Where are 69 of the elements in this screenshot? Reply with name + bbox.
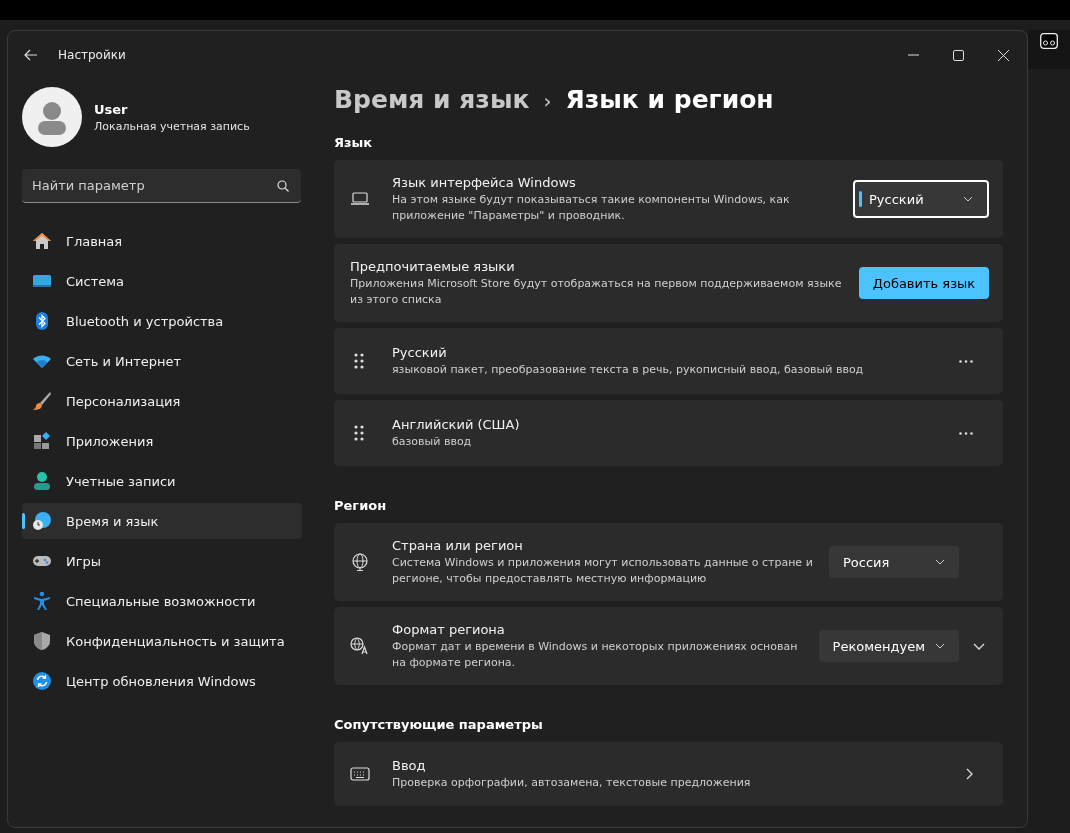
brush-icon [32, 391, 52, 411]
nav-item[interactable]: Персонализация [22, 383, 302, 419]
search-icon [277, 180, 289, 192]
nav-item[interactable]: Сеть и Интернет [22, 343, 302, 379]
expand-chevron-icon[interactable] [973, 642, 985, 650]
app-icon[interactable] [1040, 33, 1058, 49]
dropdown[interactable]: Русский [853, 180, 989, 218]
nav-item[interactable]: Центр обновления Windows [22, 663, 302, 699]
nav-item[interactable]: Главная [22, 223, 302, 259]
apps-icon [32, 431, 52, 451]
user-name: User [94, 101, 129, 117]
setting-title: Русский [392, 344, 448, 360]
page-title: Язык и регион [565, 85, 774, 114]
add-language-button[interactable]: Добавить язык [859, 267, 989, 299]
dropdown[interactable]: Рекомендуем [818, 630, 959, 662]
person-icon [32, 471, 52, 491]
chevron-down-icon [935, 643, 945, 649]
nav-item[interactable]: Время и язык [22, 503, 302, 539]
chevron-down-icon [935, 559, 945, 565]
accessibility-icon [32, 591, 52, 611]
shield-icon [32, 631, 52, 651]
setting-title: Ввод [392, 757, 427, 773]
drag-handle-icon[interactable] [354, 353, 364, 369]
setting-description: Приложения Microsoft Store будут отображаться на первом поддерживаемом языке из этого списка [350, 275, 843, 308]
back-arrow-icon[interactable] [24, 49, 38, 61]
avatar-icon [22, 87, 82, 147]
nav-item[interactable]: Bluetooth и устройства [22, 303, 302, 339]
account-type: Локальная учетная запись [94, 119, 250, 133]
drag-handle-icon[interactable] [354, 425, 364, 441]
house-icon [32, 231, 52, 251]
search-field[interactable]: Найти параметр [22, 169, 301, 203]
breadcrumb-link[interactable]: Время и язык [334, 85, 530, 114]
nav-item[interactable]: Приложения [22, 423, 302, 459]
setting-description: языковой пакет, преобразование текста в речь, рукописный ввод, базовый ввод [392, 361, 865, 378]
more-options-icon[interactable] [959, 359, 973, 363]
breadcrumb-separator: › [543, 89, 552, 113]
setting-title: Английский (США) [392, 416, 521, 432]
setting-description: базовый ввод [392, 433, 473, 450]
setting-title: Формат региона [392, 621, 506, 637]
setting-description: Проверка орфографии, автозамена, текстовые предложения [392, 774, 752, 791]
close-icon[interactable] [998, 49, 1009, 61]
chevron-right-icon[interactable] [966, 768, 973, 780]
language-icon [350, 637, 370, 655]
laptop-icon [350, 190, 370, 208]
nav-item[interactable]: Конфиденциальность и защита [22, 623, 302, 659]
dropdown[interactable]: Россия [829, 546, 959, 578]
setting-title: Страна или регион [392, 537, 524, 553]
section-title: Регион [334, 498, 388, 513]
more-options-icon[interactable] [959, 431, 973, 435]
setting-description: Система Windows и приложения могут использовать данные о стране и регионе, чтобы предоставлять местную информацию [392, 554, 813, 587]
section-title: Язык [334, 135, 374, 150]
nav-item[interactable]: Игры [22, 543, 302, 579]
nav-item[interactable]: Специальные возможности [22, 583, 302, 619]
nav-item[interactable]: Система [22, 263, 302, 299]
setting-description: Формат дат и времени в Windows и некоторых приложениях основан на формате региона. [392, 638, 799, 671]
setting-description: На этом языке будут показываться такие компоненты Windows, как приложение "Параметры" и проводник. [392, 191, 791, 224]
selection-indicator [22, 513, 25, 529]
keyboard-icon [350, 765, 370, 783]
setting-title: Предпочитаемые языки [350, 258, 516, 274]
globe-clock-icon [32, 511, 52, 531]
section-title: Сопутствующие параметры [334, 717, 544, 732]
globe-icon [350, 553, 370, 571]
setting-title: Язык интерфейса Windows [392, 174, 577, 190]
nav-item[interactable]: Учетные записи [22, 463, 302, 499]
window-title: Настройки [58, 48, 126, 62]
maximize-icon[interactable] [953, 49, 964, 61]
sync-icon [32, 671, 52, 691]
settings-card[interactable]: Ввод Проверка орфографии, автозамена, текстовые предложения [334, 742, 1003, 806]
chevron-down-icon [963, 196, 973, 202]
